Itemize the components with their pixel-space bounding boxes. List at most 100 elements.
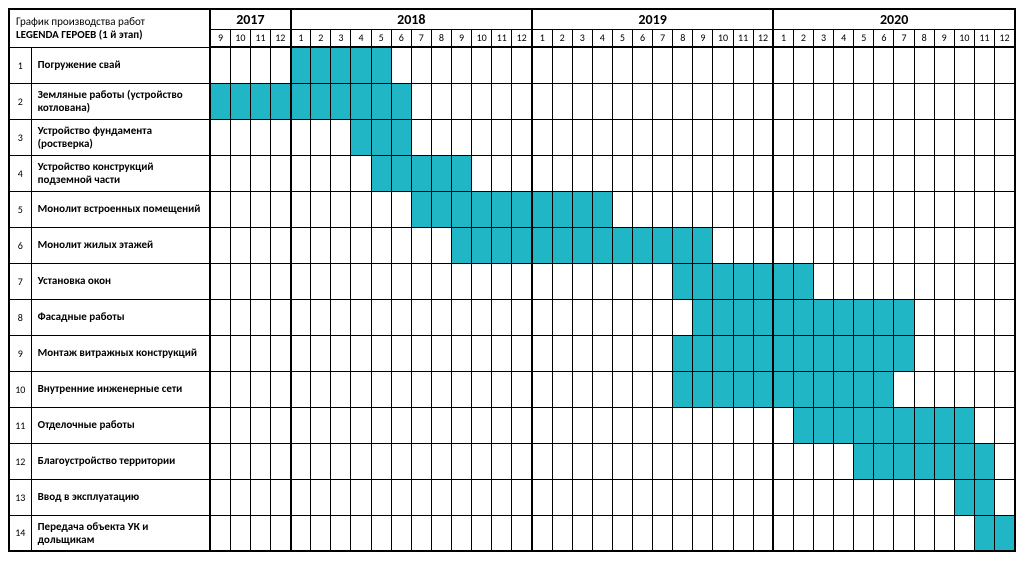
gantt-cell (713, 155, 733, 191)
gantt-cell (934, 227, 954, 263)
gantt-cell (311, 119, 331, 155)
gantt-cell (311, 515, 331, 551)
gantt-cell (230, 191, 250, 227)
gantt-cell (291, 227, 311, 263)
gantt-cell (210, 47, 230, 83)
task-number: 14 (9, 515, 31, 551)
gantt-cell (653, 47, 673, 83)
gantt-cell (411, 443, 431, 479)
gantt-cell-filled (492, 227, 512, 263)
gantt-cell (874, 191, 894, 227)
gantt-cell (713, 443, 733, 479)
gantt-cell (472, 443, 492, 479)
gantt-cell-filled (572, 191, 592, 227)
month-header: 11 (250, 29, 270, 47)
gantt-cell (814, 47, 834, 83)
gantt-cell (834, 479, 854, 515)
gantt-cell (271, 335, 291, 371)
gantt-cell-filled (733, 335, 753, 371)
gantt-cell-filled (693, 335, 713, 371)
task-number: 9 (9, 335, 31, 371)
gantt-cell-filled (773, 335, 793, 371)
gantt-cell (733, 119, 753, 155)
gantt-cell-filled (914, 443, 934, 479)
gantt-cell (854, 155, 874, 191)
gantt-cell (773, 155, 793, 191)
gantt-cell (210, 155, 230, 191)
gantt-cell (572, 83, 592, 119)
gantt-cell (612, 191, 632, 227)
gantt-cell (753, 155, 773, 191)
gantt-cell-filled (331, 47, 351, 83)
year-header: 2020 (773, 9, 1015, 29)
chart-title-line1: График производства работ (16, 15, 203, 29)
gantt-cell (431, 479, 451, 515)
gantt-cell (391, 479, 411, 515)
gantt-cell-filled (492, 191, 512, 227)
gantt-cell (693, 119, 713, 155)
gantt-cell (753, 443, 773, 479)
month-header: 7 (411, 29, 431, 47)
month-header: 11 (492, 29, 512, 47)
task-name: Погружение свай (31, 47, 210, 83)
gantt-cell-filled (894, 443, 914, 479)
gantt-cell-filled (592, 191, 612, 227)
gantt-cell (532, 515, 552, 551)
gantt-cell (552, 299, 572, 335)
gantt-cell (894, 479, 914, 515)
gantt-cell-filled (592, 227, 612, 263)
gantt-cell-filled (291, 47, 311, 83)
gantt-cell (793, 83, 813, 119)
gantt-cell (914, 515, 934, 551)
gantt-cell (934, 479, 954, 515)
gantt-cell (914, 227, 934, 263)
gantt-cell (351, 335, 371, 371)
gantt-cell-filled (854, 407, 874, 443)
gantt-cell (250, 191, 270, 227)
gantt-cell-filled (753, 371, 773, 407)
gantt-cell-filled (311, 83, 331, 119)
gantt-cell (834, 119, 854, 155)
gantt-cell-filled (753, 335, 773, 371)
gantt-cell (592, 335, 612, 371)
gantt-cell (974, 83, 994, 119)
task-number: 10 (9, 371, 31, 407)
gantt-cell (452, 371, 472, 407)
gantt-cell (512, 299, 532, 335)
gantt-cell (914, 191, 934, 227)
gantt-cell (693, 443, 713, 479)
gantt-cell (633, 479, 653, 515)
gantt-cell (472, 479, 492, 515)
gantt-cell (994, 479, 1015, 515)
gantt-cell-filled (391, 155, 411, 191)
gantt-cell-filled (733, 299, 753, 335)
month-header: 2 (793, 29, 813, 47)
gantt-cell (351, 443, 371, 479)
gantt-cell-filled (854, 443, 874, 479)
gantt-cell (713, 227, 733, 263)
gantt-cell (291, 443, 311, 479)
gantt-cell (633, 335, 653, 371)
gantt-cell-filled (311, 47, 331, 83)
month-header: 9 (693, 29, 713, 47)
gantt-cell (572, 47, 592, 83)
gantt-cell (351, 299, 371, 335)
gantt-cell (653, 191, 673, 227)
gantt-cell (954, 335, 974, 371)
gantt-cell (673, 83, 693, 119)
gantt-body: 1Погружение свай2Земляные работы (устрой… (9, 47, 1015, 551)
gantt-cell (793, 227, 813, 263)
gantt-cell (914, 371, 934, 407)
gantt-cell (894, 371, 914, 407)
gantt-cell (713, 515, 733, 551)
gantt-cell (974, 191, 994, 227)
gantt-cell-filled (391, 83, 411, 119)
task-name: Отделочные работы (31, 407, 210, 443)
gantt-cell (793, 119, 813, 155)
month-header: 9 (934, 29, 954, 47)
gantt-cell (271, 191, 291, 227)
gantt-cell-filled (974, 479, 994, 515)
gantt-cell (633, 515, 653, 551)
gantt-cell (612, 263, 632, 299)
gantt-cell (854, 47, 874, 83)
